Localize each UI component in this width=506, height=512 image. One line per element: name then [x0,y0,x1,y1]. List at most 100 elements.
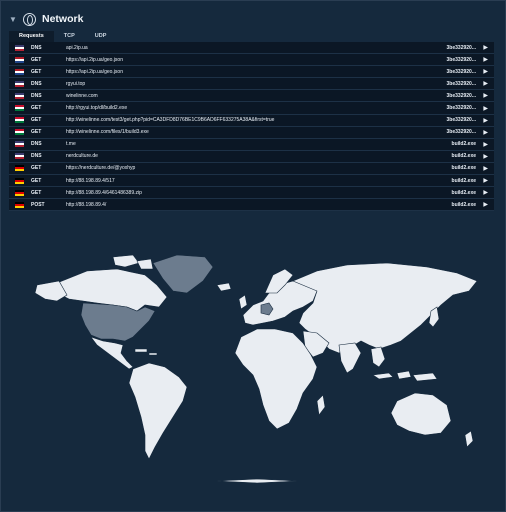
collapse-chevron-icon[interactable]: ▼ [9,15,17,24]
request-method: GET [31,117,42,124]
request-process: build2.exe [451,189,476,196]
request-url: winelinne.com [66,92,98,99]
request-method: GET [31,165,42,172]
request-method: DNS [31,92,42,99]
tab-requests[interactable]: Requests [9,31,54,42]
table-row[interactable]: DNS nerdculture.de build2.exe ▶ [9,150,494,163]
table-row[interactable]: POST http://88.198.89.4/build2.exe ▶ [9,199,494,212]
country-flag-icon [15,92,24,99]
expand-chevron-icon[interactable]: ▶ [483,141,488,148]
expand-chevron-icon[interactable]: ▶ [483,80,488,87]
request-process: build2.exe [451,201,476,208]
table-row[interactable]: DNS winelinne.com 3be332920... ▶ [9,90,494,103]
table-row[interactable]: GET http://winelinne.com/files/1/build3.e… [9,126,494,139]
country-flag-icon [15,141,24,148]
request-method: GET [31,56,42,63]
request-method: DNS [31,153,42,160]
request-method: DNS [31,141,42,148]
request-url: http://rgyui.top/dl/build2.exe [66,105,128,112]
request-method: GET [31,189,42,196]
country-flag-icon [15,117,24,124]
country-flag-icon [15,201,24,208]
expand-chevron-icon[interactable]: ▶ [483,189,488,196]
request-process: 3be332920... [446,117,476,124]
request-process: build2.exe [451,153,476,160]
country-flag-icon [15,165,24,172]
network-panel: ▼ Network Requests TCP UDP DNS api.2ip.ua… [0,0,506,512]
table-row[interactable]: GET https://api.2ip.ua/geo.json 3be332920.… [9,54,494,67]
table-row[interactable]: GET https://api.2ip.ua/geo.json 3be332920.… [9,66,494,79]
request-method: POST [31,201,45,208]
country-flag-icon [15,129,24,136]
request-url: https://nerdculture.de/@yoxhyp [66,165,136,172]
expand-chevron-icon[interactable]: ▶ [483,117,488,124]
request-process: build2.exe [451,165,476,172]
tab-udp[interactable]: UDP [85,31,117,42]
table-row[interactable]: GET http://rgyui.top/dl/build2.exe 3be3329… [9,102,494,115]
country-flag-icon [15,44,24,51]
request-process: 3be332920... [446,105,476,112]
request-process: build2.exe [451,141,476,148]
request-url: http://winelinne.com/files/1/build3.exe [66,129,149,136]
request-url: http://88.198.89.4/6461486389.zip [66,189,142,196]
expand-chevron-icon[interactable]: ▶ [483,44,488,51]
country-flag-icon [15,177,24,184]
request-process: 3be332920... [446,80,476,87]
globe-icon [23,12,36,26]
expand-chevron-icon[interactable]: ▶ [483,165,488,172]
expand-chevron-icon[interactable]: ▶ [483,129,488,136]
table-row[interactable]: DNS t.me build2.exe ▶ [9,138,494,151]
request-process: 3be332920... [446,68,476,75]
expand-chevron-icon[interactable]: ▶ [483,201,488,208]
requests-table: DNS api.2ip.ua 3be332920... ▶ GET https://api… [9,42,494,212]
greenland [152,254,214,294]
expand-chevron-icon[interactable]: ▶ [483,153,488,160]
australia [390,392,452,436]
request-url: http://88.198.89.4/517 [66,177,115,184]
world-map-svg [34,254,478,484]
table-row[interactable]: DNS api.2ip.ua 3be332920... ▶ [9,42,494,55]
request-method: DNS [31,44,42,51]
request-url: t.me [66,141,76,148]
network-header[interactable]: ▼ Network [9,11,83,27]
expand-chevron-icon[interactable]: ▶ [483,56,488,63]
tab-tcp[interactable]: TCP [54,31,85,42]
usa [80,302,156,342]
expand-chevron-icon[interactable]: ▶ [483,177,488,184]
request-url: api.2ip.ua [66,44,88,51]
request-process: 3be332920... [446,129,476,136]
table-row[interactable]: GET https://nerdculture.de/@yoxhyp build2.… [9,162,494,176]
expand-chevron-icon[interactable]: ▶ [483,105,488,112]
country-flag-icon [15,105,24,112]
request-method: GET [31,68,42,75]
panel-title: Network [42,13,84,25]
request-method: GET [31,177,42,184]
request-url: https://api.2ip.ua/geo.json [66,68,123,75]
request-process: build2.exe [451,177,476,184]
request-method: DNS [31,80,42,87]
table-row[interactable]: GET http://winelinne.com/test3/get.php?pi… [9,114,494,127]
request-url: rgyui.top [66,80,86,87]
country-flag-icon [15,80,24,87]
world-map [17,245,493,485]
request-process: 3be332920... [446,92,476,99]
request-url: https://api.2ip.ua/geo.json [66,56,123,63]
request-url: nerdculture.de [66,153,98,160]
expand-chevron-icon[interactable]: ▶ [483,92,488,99]
south-america [128,362,188,460]
request-url: http://88.198.89.4/ [66,201,107,208]
request-method: GET [31,129,42,136]
request-process: 3be332920... [446,44,476,51]
country-flag-icon [15,68,24,75]
request-process: 3be332920... [446,56,476,63]
country-flag-icon [15,189,24,196]
request-url: http://winelinne.com/test3/get.php?pid=C… [66,117,275,124]
table-row[interactable]: GET http://88.198.89.4/517 build2.exe ▶ [9,175,494,188]
mexico [90,336,134,370]
table-row[interactable]: GET http://88.198.89.4/6461486389.zip buil… [9,187,494,200]
request-method: GET [31,105,42,112]
expand-chevron-icon[interactable]: ▶ [483,68,488,75]
country-flag-icon [15,153,24,160]
country-flag-icon [15,56,24,63]
table-row[interactable]: DNS rgyui.top 3be332920... ▶ [9,78,494,91]
